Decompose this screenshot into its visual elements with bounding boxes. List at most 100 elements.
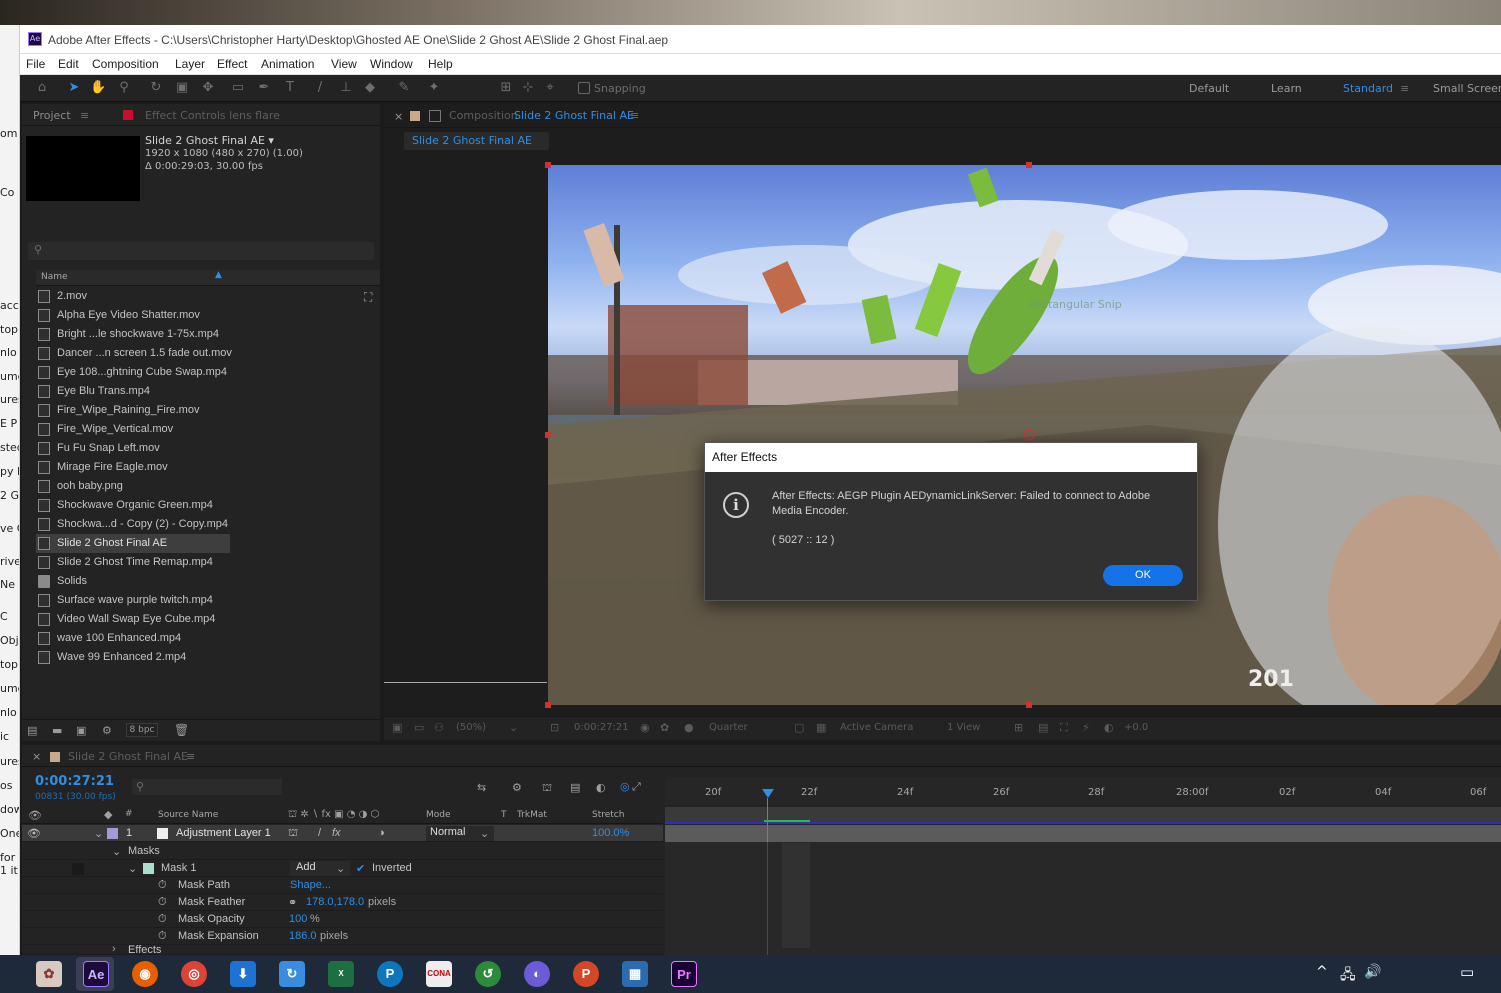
current-time-display[interactable]: 0:00:27:21 — [35, 774, 114, 789]
settings-icon[interactable]: ⚙ — [102, 724, 112, 737]
project-item[interactable]: Mirage Fire Eagle.mov — [36, 458, 362, 477]
graph-toggle-icon[interactable]: ⤢ — [632, 780, 641, 794]
mask1-row[interactable]: ⌄ Mask 1 Add ⌄ ✔ Inverted — [22, 860, 663, 877]
fast-preview-icon[interactable]: ⚡ — [1082, 721, 1090, 734]
transparency-grid-icon[interactable]: ▦ — [816, 721, 826, 734]
trash-icon[interactable]: 🗑 — [174, 723, 189, 737]
project-item[interactable]: Video Wall Swap Eye Cube.mp4 — [36, 610, 362, 629]
col-source-name[interactable]: Source Name — [158, 810, 218, 820]
fit-icon[interactable]: ⊡ — [550, 721, 559, 734]
project-item[interactable]: wave 100 Enhanced.mp4 — [36, 629, 362, 648]
playhead-handle[interactable] — [762, 789, 774, 798]
menu-window[interactable]: Window — [370, 57, 413, 71]
volume-icon[interactable]: 🔊 — [1364, 964, 1381, 980]
firefox-icon[interactable]: ◉ — [132, 961, 158, 987]
mask-feather-value[interactable]: 178.0,178.0 — [306, 896, 364, 908]
workspace-standard[interactable]: Standard — [1343, 82, 1393, 95]
project-item[interactable]: Dancer ...n screen 1.5 fade out.mov — [36, 344, 362, 363]
shy-switch-icon[interactable]: ⛫ — [288, 827, 298, 841]
layer-handle-ml[interactable] — [545, 432, 551, 438]
quality-switch-icon[interactable]: / — [318, 827, 321, 839]
project-item[interactable]: Wave 99 Enhanced 2.mp4 — [36, 648, 362, 667]
tab-effect-controls[interactable]: Effect Controls lens flare — [145, 109, 280, 122]
pan-behind-tool-icon[interactable]: ✥ — [200, 80, 216, 96]
mask-expansion-row[interactable]: ⏱ Mask Expansion 186.0 pixels — [22, 928, 663, 945]
close-timeline-icon[interactable]: × — [32, 750, 41, 763]
chrome-icon[interactable]: ◎ — [181, 961, 207, 987]
viewer-timecode[interactable]: 0:00:27:21 — [574, 722, 629, 733]
p-icon[interactable]: P — [377, 961, 403, 987]
composition-viewer[interactable]: Rectangular Snip 201 — [548, 165, 1501, 705]
layer-handle-tm[interactable] — [1026, 162, 1032, 168]
selection-tool-icon[interactable]: ➤ — [66, 80, 82, 96]
workspace-default[interactable]: Default — [1189, 82, 1229, 95]
mode-dropdown-icon[interactable]: ⌄ — [480, 827, 489, 840]
menu-layer[interactable]: Layer — [175, 57, 205, 71]
region-interest-icon[interactable]: ▢ — [794, 721, 804, 734]
toggle-pixel-icon[interactable]: ⊞ — [1014, 721, 1023, 734]
mask1-expand-icon[interactable]: ⌄ — [128, 862, 137, 875]
comp-tab-menu-icon[interactable]: ≡ — [630, 109, 639, 122]
stopwatch-icon[interactable]: ⏱ — [158, 930, 167, 943]
mask-expansion-value[interactable]: 186.0 — [289, 930, 317, 942]
col-t[interactable]: T — [501, 810, 507, 820]
camera-tool-icon[interactable]: ▣ — [174, 80, 190, 96]
col-trkmat[interactable]: TrkMat — [517, 810, 547, 820]
fx-switch-icon[interactable]: fx — [332, 827, 341, 839]
channel-icon[interactable]: ✿ — [660, 721, 669, 734]
menu-view[interactable]: View — [331, 57, 357, 71]
type-tool-icon[interactable]: T — [282, 80, 298, 96]
project-item[interactable]: Surface wave purple twitch.mp4 — [36, 591, 362, 610]
green-icon[interactable]: ↺ — [475, 961, 501, 987]
menu-effect[interactable]: Effect — [217, 57, 247, 71]
monitor-icon[interactable]: ▭ — [414, 721, 424, 734]
zoom-tool-icon[interactable]: ⚲ — [116, 80, 132, 96]
comp-mini-flowchart-icon[interactable]: ⇆ — [477, 781, 486, 794]
comp-name-label[interactable]: Slide 2 Ghost Final AE ▾ — [145, 134, 274, 147]
visibility-icon[interactable]: 👁 — [27, 827, 41, 840]
comp-flow-tab[interactable]: Slide 2 Ghost Final AE — [404, 132, 549, 150]
camera-select[interactable]: Active Camera — [840, 722, 913, 733]
rotate-tool-icon[interactable]: ↻ — [148, 80, 164, 96]
premiere-icon[interactable]: Pr — [671, 961, 697, 987]
shy-layers-icon[interactable]: ⛫ — [542, 781, 552, 796]
mask-visibility-icon[interactable]: ⚇ — [434, 721, 444, 734]
column-name-label[interactable]: Name — [41, 272, 68, 282]
timeline-icon[interactable]: ▤ — [1038, 721, 1048, 734]
purple-icon[interactable]: ◐ — [524, 961, 550, 987]
snapping-checkbox[interactable] — [578, 82, 590, 94]
view-axis-icon[interactable]: ⌖ — [542, 80, 558, 96]
workspace-menu-icon[interactable]: ≡ — [1400, 82, 1409, 95]
masks-row[interactable]: ⌄ Masks — [22, 843, 663, 860]
sync-icon[interactable]: ↻ — [279, 961, 305, 987]
paint-icon[interactable]: ✿ — [36, 961, 62, 987]
close-tab-icon[interactable]: × — [394, 110, 403, 123]
effects-row[interactable]: › Effects — [22, 945, 663, 955]
layer-handle-bl[interactable] — [545, 702, 551, 708]
new-folder-icon[interactable]: ▬ — [52, 724, 62, 737]
layer-label-color-icon[interactable] — [107, 828, 118, 839]
project-item[interactable]: 2.mov — [36, 287, 362, 306]
zoom-select[interactable]: (50%) — [456, 722, 486, 733]
views-select[interactable]: 1 View — [947, 722, 980, 733]
project-item[interactable]: Fire_Wipe_Raining_Fire.mov — [36, 401, 362, 420]
menu-composition[interactable]: Composition — [92, 57, 159, 71]
tab-project[interactable]: Project — [33, 109, 71, 122]
masks-expand-icon[interactable]: ⌄ — [112, 845, 121, 858]
draft-3d-icon[interactable]: ⚙ — [512, 781, 522, 794]
network-icon[interactable]: 🖧 — [1340, 964, 1356, 988]
exposure-icon[interactable]: ◐ — [1104, 721, 1114, 734]
constrain-link-icon[interactable]: ⚭ — [288, 896, 297, 909]
workspace-small-screen[interactable]: Small Screen — [1433, 82, 1501, 95]
rectangle-tool-icon[interactable]: ▭ — [230, 80, 246, 96]
home-icon[interactable]: ⌂ — [34, 80, 50, 96]
new-comp-icon[interactable]: ▣ — [76, 724, 86, 737]
stopwatch-icon[interactable]: ⏱ — [158, 913, 167, 926]
local-axis-icon[interactable]: ⊞ — [498, 80, 514, 96]
menu-file[interactable]: File — [26, 57, 45, 71]
col-mode[interactable]: Mode — [426, 810, 451, 820]
project-item[interactable]: Eye Blu Trans.mp4 — [36, 382, 362, 401]
workspace-learn[interactable]: Learn — [1271, 82, 1302, 95]
frame-blending-icon[interactable]: ▤ — [570, 781, 580, 794]
world-axis-icon[interactable]: ⊹ — [520, 80, 536, 96]
